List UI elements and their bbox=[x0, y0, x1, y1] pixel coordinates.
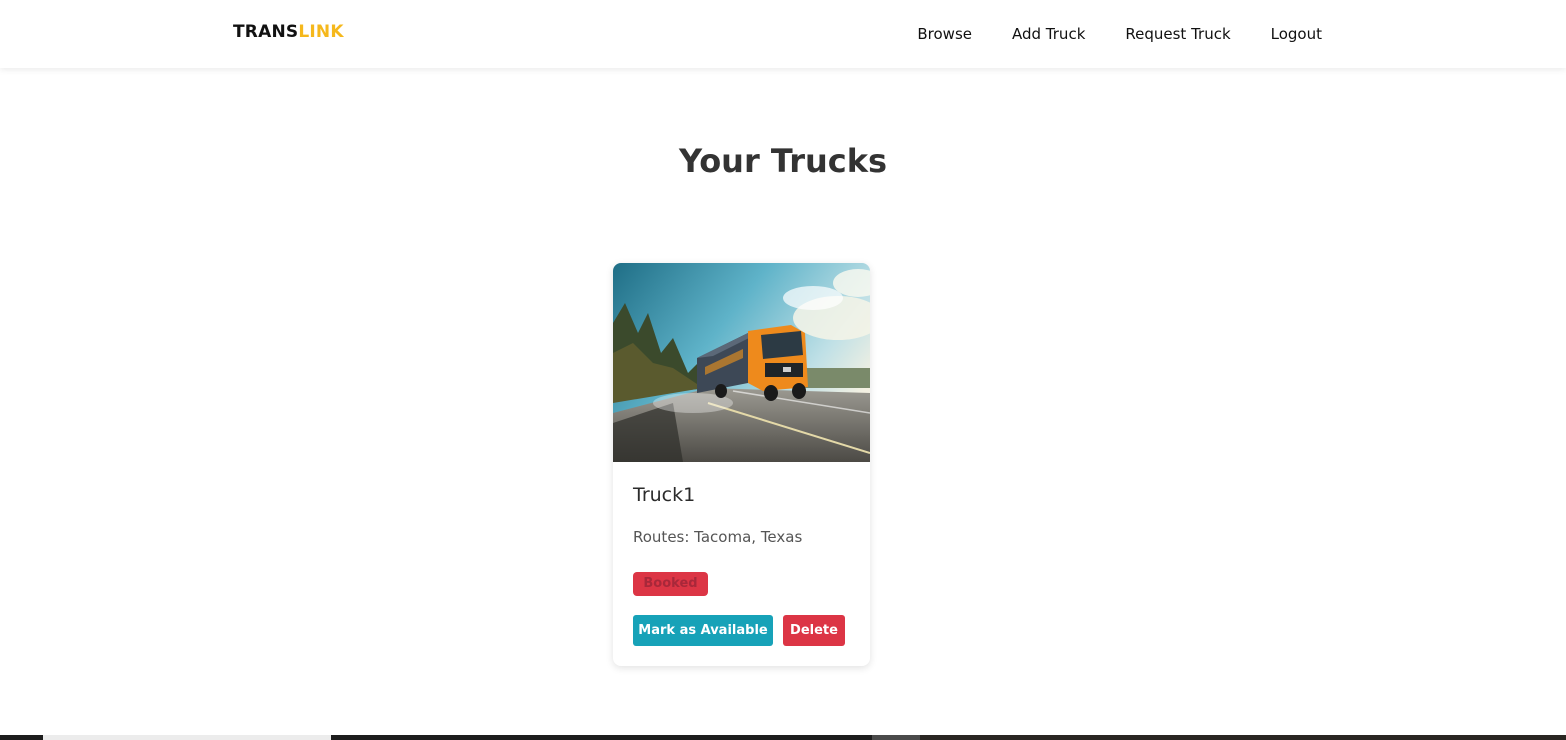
status-badge: Booked bbox=[633, 572, 708, 596]
delete-button[interactable]: Delete bbox=[783, 615, 845, 646]
truck-name: Truck1 bbox=[633, 484, 696, 506]
page-title: Your Trucks bbox=[678, 142, 888, 180]
nav-links: Browse Add Truck Request Truck Logout bbox=[917, 0, 1322, 68]
nav-link-logout[interactable]: Logout bbox=[1271, 25, 1322, 43]
nav-link-browse[interactable]: Browse bbox=[917, 25, 972, 43]
footer-section-edge bbox=[0, 735, 1566, 740]
brand-logo[interactable]: TRANSLINK bbox=[233, 21, 344, 43]
footer-image-edge-2 bbox=[872, 735, 920, 740]
brand-logo-part2: LINK bbox=[298, 22, 344, 42]
footer-image-edge-3 bbox=[920, 735, 1566, 740]
mark-available-button[interactable]: Mark as Available bbox=[633, 615, 773, 646]
truck-routes: Routes: Tacoma, Texas bbox=[633, 528, 803, 546]
truck-image bbox=[613, 263, 870, 462]
nav-link-request-truck[interactable]: Request Truck bbox=[1125, 25, 1230, 43]
footer-image-edge-1 bbox=[43, 735, 331, 740]
brand-logo-part1: TRANS bbox=[233, 22, 299, 42]
top-navbar: TRANSLINK Browse Add Truck Request Truck… bbox=[0, 0, 1566, 68]
truck-card: Truck1 Routes: Tacoma, Texas Booked Mark… bbox=[613, 263, 870, 666]
nav-link-add-truck[interactable]: Add Truck bbox=[1012, 25, 1085, 43]
